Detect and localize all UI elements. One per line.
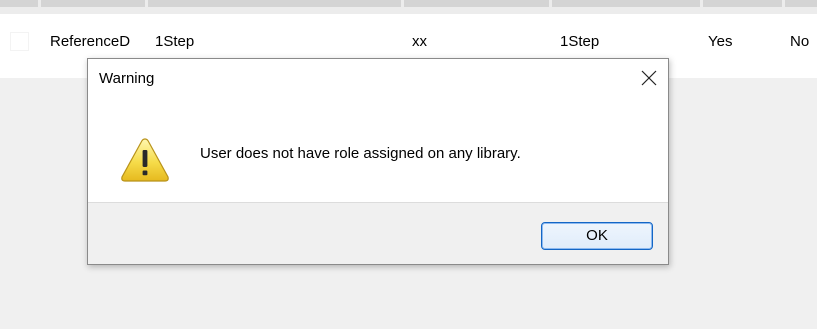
table-cell: 1Step [560,33,600,50]
column-header-strip [0,0,817,14]
row-checkbox[interactable] [10,32,29,51]
dialog-content: User does not have role assigned on any … [88,97,668,202]
dialog-footer: OK [88,202,668,264]
close-icon [641,70,657,86]
column-header[interactable] [41,0,145,7]
table-cell: 1Step [155,33,195,50]
dialog-title: Warning [99,70,155,87]
column-header[interactable] [703,0,782,7]
column-header[interactable] [404,0,549,7]
table-cell: ReferenceD [50,33,131,50]
column-header[interactable] [0,0,38,7]
warning-icon [120,137,170,183]
column-header[interactable] [148,0,401,7]
dialog-message: User does not have role assigned on any … [200,145,521,162]
ok-button[interactable]: OK [541,222,653,250]
table-cell: No [790,33,810,50]
table-row[interactable]: ReferenceD 1Step xx 1Step Yes No [0,22,817,58]
close-button[interactable] [634,63,664,93]
table-cell: Yes [708,33,733,50]
warning-dialog: Warning User does not have role assigned… [87,58,669,265]
column-header[interactable] [785,0,817,7]
dialog-title-bar[interactable]: Warning [88,59,668,97]
table-cell: xx [412,33,427,50]
column-header[interactable] [552,0,700,7]
